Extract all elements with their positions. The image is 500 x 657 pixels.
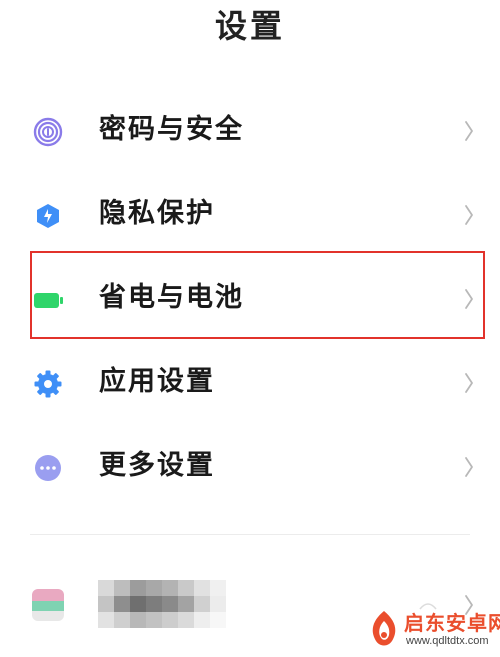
more-dots-icon xyxy=(35,455,61,481)
privacy-shield-icon xyxy=(37,204,59,228)
app-icon xyxy=(32,589,64,621)
section-divider xyxy=(30,534,470,535)
settings-screen: 设置 密码与安全 隐私保护 省电与电池 应用设置 更多设置 启东安卓网 www.… xyxy=(0,0,500,657)
chevron-right-icon xyxy=(465,457,473,477)
chevron-right-icon xyxy=(465,205,473,225)
settings-item-label: 应用设置 xyxy=(99,366,215,397)
highlight-box xyxy=(30,251,485,339)
settings-item-more-settings[interactable]: 更多设置 xyxy=(0,432,500,502)
chevron-right-icon xyxy=(465,373,473,393)
page-title: 设置 xyxy=(214,7,285,45)
gear-icon xyxy=(34,370,62,398)
chevron-right-icon xyxy=(465,121,473,141)
pixelated-text xyxy=(98,580,226,628)
settings-item-label: 密码与安全 xyxy=(99,114,244,145)
watermark-text: 启东安卓网 xyxy=(404,611,500,635)
settings-item-password-security[interactable]: 密码与安全 xyxy=(0,96,500,166)
fingerprint-icon xyxy=(33,117,63,147)
watermark-url: www.qdltdtx.com xyxy=(406,635,489,647)
watermark: 启东安卓网 www.qdltdtx.com xyxy=(366,605,500,655)
settings-item-privacy[interactable]: 隐私保护 xyxy=(0,180,500,250)
settings-item-label: 更多设置 xyxy=(99,450,215,481)
watermark-logo-icon xyxy=(372,611,396,646)
settings-item-app-settings[interactable]: 应用设置 xyxy=(0,348,500,418)
settings-item-label: 隐私保护 xyxy=(99,198,215,229)
